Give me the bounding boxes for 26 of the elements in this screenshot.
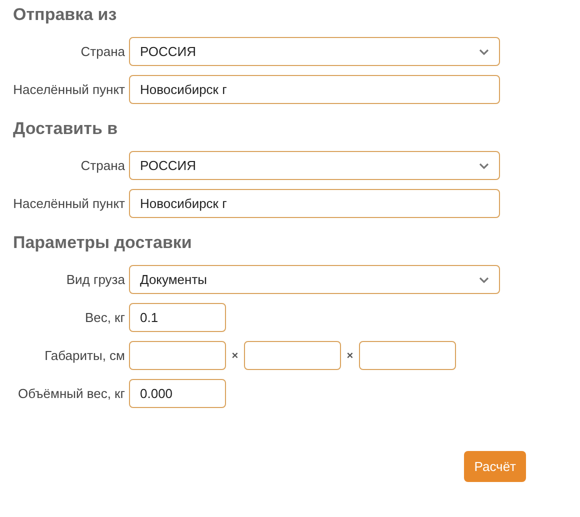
input-field[interactable] bbox=[129, 341, 226, 370]
field-label: Объёмный вес, кг bbox=[17, 386, 125, 401]
field-label: Страна bbox=[80, 158, 125, 173]
input-field[interactable]: 0.1 bbox=[129, 303, 226, 332]
field-label: Населённый пункт bbox=[13, 82, 125, 97]
section-heading: Отправка из bbox=[13, 4, 118, 26]
chevron-down-icon bbox=[479, 162, 489, 168]
input-field[interactable]: Новосибирск г bbox=[129, 189, 500, 218]
input-field[interactable] bbox=[244, 341, 341, 370]
input-field[interactable] bbox=[359, 341, 456, 370]
section-heading: Параметры доставки bbox=[13, 232, 193, 254]
section-heading: Доставить в bbox=[13, 118, 119, 140]
field-label: Вид груза bbox=[65, 272, 125, 287]
input-field[interactable]: 0.000 bbox=[129, 379, 226, 408]
dropdown-field[interactable]: РОССИЯ bbox=[129, 37, 500, 66]
chevron-down-icon bbox=[479, 48, 489, 54]
field-label: Населённый пункт bbox=[13, 196, 125, 211]
field-label: Габариты, см bbox=[44, 348, 125, 363]
chevron-down-icon bbox=[479, 276, 489, 282]
input-field[interactable]: Новосибирск г bbox=[129, 75, 500, 104]
field-label: Вес, кг bbox=[84, 310, 125, 325]
multiply-sign: × bbox=[230, 350, 240, 362]
dropdown-field[interactable]: РОССИЯ bbox=[129, 151, 500, 180]
field-label: Страна bbox=[80, 44, 125, 59]
dropdown-field[interactable]: Документы bbox=[129, 265, 500, 294]
multiply-sign: × bbox=[346, 350, 354, 362]
